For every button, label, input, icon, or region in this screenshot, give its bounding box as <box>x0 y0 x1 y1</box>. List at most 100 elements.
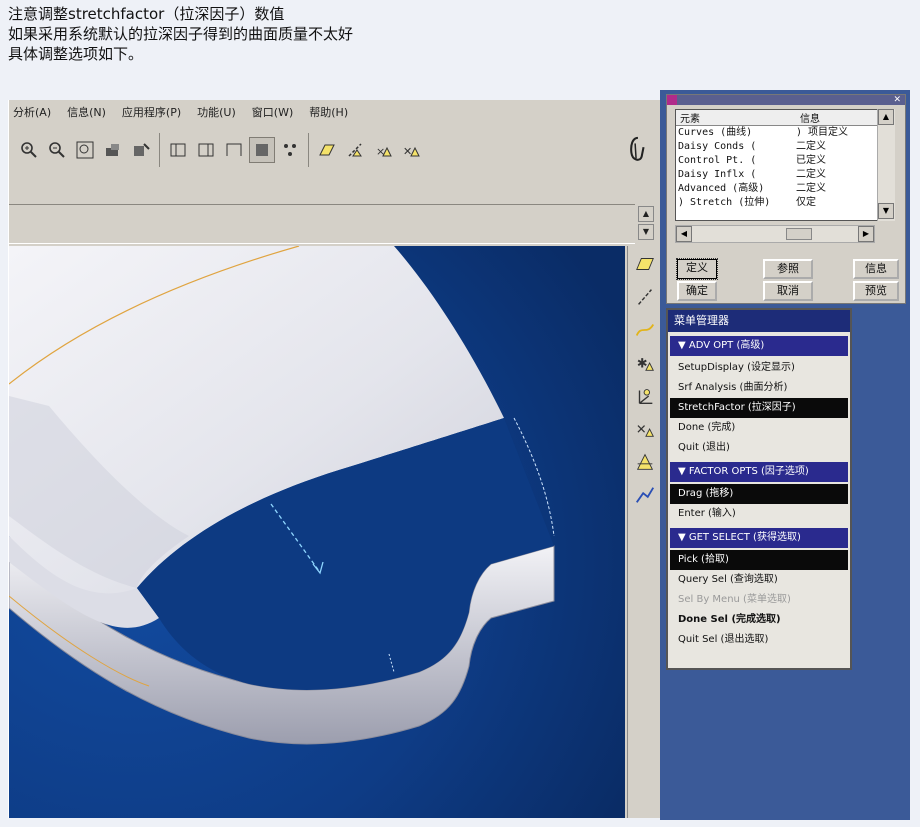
repaint-icon[interactable] <box>100 137 126 163</box>
shade-icon[interactable] <box>249 137 275 163</box>
menu-item-quit[interactable]: Quit (退出) <box>670 438 848 458</box>
element-status: 已定义 <box>796 155 826 166</box>
intro-line-1: 注意调整stretchfactor（拉深因子）数值 <box>8 5 285 23</box>
graphics-viewport[interactable] <box>9 246 625 818</box>
column-element: 元素 <box>680 114 700 125</box>
sketch-tool-icon[interactable] <box>631 481 659 509</box>
datum-toolbar: ✱ ✕ <box>627 246 660 818</box>
intro-text: 注意调整stretchfactor（拉深因子）数值 如果采用系统默认的拉深因子得… <box>8 4 608 64</box>
datum-toggle-icon[interactable] <box>277 137 303 163</box>
scroll-down-icon[interactable]: ▼ <box>878 203 894 219</box>
ok-button[interactable]: 确定 <box>677 281 717 301</box>
menu-manager-title: 菜单管理器 <box>668 310 850 332</box>
menu-section-factor-opts[interactable]: ▼ FACTOR OPTS (因子选项) <box>670 462 848 482</box>
menu-item-sel-by-menu: Sel By Menu (菜单选取) <box>678 594 791 605</box>
list-item[interactable]: ) Stretch (拉伸) 仅定 <box>676 196 894 210</box>
preview-button[interactable]: 预览 <box>853 281 899 301</box>
zoom-window-icon[interactable] <box>72 137 98 163</box>
close-icon[interactable]: ✕ <box>893 95 901 105</box>
display-group <box>160 133 309 167</box>
menu-window[interactable]: 窗口(W) <box>252 104 293 120</box>
datum-point-icon[interactable]: ✱ <box>631 349 659 377</box>
info-button[interactable]: 信息 <box>853 259 899 279</box>
element-name: Control Pt. ( <box>678 155 757 166</box>
element-name: Daisy Inflx ( <box>678 169 757 180</box>
list-vertical-scrollbar[interactable]: ▲ ▼ <box>877 109 895 221</box>
svg-text:✱: ✱ <box>636 357 647 372</box>
element-status: 二定义 <box>796 183 826 194</box>
view-toolbar: × ✕ <box>9 128 660 172</box>
intro-line-3: 具体调整选项如下。 <box>8 45 144 63</box>
menu-item-srf-analysis[interactable]: Srf Analysis (曲面分析) <box>670 378 848 398</box>
csys-tool-icon[interactable] <box>631 382 659 410</box>
scroll-up-icon[interactable]: ▲ <box>878 109 894 125</box>
column-info: 信息 <box>800 114 820 125</box>
menu-item-stretch-factor[interactable]: StretchFactor (拉深因子) <box>670 398 848 418</box>
context-help-icon[interactable] <box>617 130 657 170</box>
menu-bar: 分析(A) 信息(N) 应用程序(P) 功能(U) 窗口(W) 帮助(H) <box>9 100 660 124</box>
element-status: 仅定 <box>796 197 816 208</box>
element-list[interactable]: 元素 信息 Curves (曲线)) 项目定义 Daisy Conds ( 二定义… <box>675 109 895 221</box>
zoom-out-icon[interactable] <box>44 137 70 163</box>
menu-item-done-sel[interactable]: Done Sel (完成选取) <box>670 610 848 630</box>
element-name: Curves (曲线) <box>678 127 753 138</box>
define-button[interactable]: 定义 <box>676 258 718 280</box>
menu-item-drag[interactable]: Drag (拖移) <box>670 484 848 504</box>
analysis-tool-icon[interactable]: ✕ <box>631 415 659 443</box>
model-view <box>9 246 625 818</box>
csys-display-icon[interactable]: ✕ <box>398 137 424 163</box>
datum-curve-icon[interactable] <box>631 316 659 344</box>
list-item[interactable]: Daisy Inflx (二定义 <box>676 168 894 182</box>
svg-text:✕: ✕ <box>635 423 646 438</box>
no-hidden-icon[interactable] <box>221 137 247 163</box>
feature-tool-icon[interactable] <box>631 448 659 476</box>
intro-line-2: 如果采用系统默认的拉深因子得到的曲面质量不太好 <box>8 25 354 43</box>
scroll-left-icon[interactable]: ◀ <box>676 226 692 242</box>
list-item[interactable]: Advanced (高级) 二定义 <box>676 182 894 196</box>
menu-item-pick[interactable]: Pick (拾取) <box>670 550 848 570</box>
feature-definition-dialog: ✕ 元素 信息 Curves (曲线)) 项目定义 Daisy Conds ( 二… <box>666 94 906 304</box>
dialog-titlebar <box>667 95 905 105</box>
element-name: ) Stretch (拉伸) <box>678 197 771 208</box>
datum-axis-icon[interactable] <box>631 283 659 311</box>
list-item[interactable]: Daisy Conds ( 二定义 <box>676 140 894 154</box>
menu-manager: 菜单管理器 ▼ ADV OPT (高级) SetupDisplay (设定显示)… <box>666 308 852 670</box>
scroll-down-icon[interactable]: ▼ <box>638 224 654 240</box>
menu-analysis[interactable]: 分析(A) <box>13 104 51 120</box>
scroll-thumb[interactable] <box>786 228 812 240</box>
list-item[interactable]: Control Pt. ( 已定义 <box>676 154 894 168</box>
scroll-up-icon[interactable]: ▲ <box>638 206 654 222</box>
list-horizontal-scrollbar[interactable]: ◀ ▶ <box>675 225 875 243</box>
menu-utilities[interactable]: 功能(U) <box>197 104 236 120</box>
reference-button[interactable]: 参照 <box>763 259 813 279</box>
hidden-line-icon[interactable] <box>193 137 219 163</box>
menu-section-get-select[interactable]: ▼ GET SELECT (获得选取) <box>670 528 848 548</box>
axis-display-icon[interactable] <box>342 137 368 163</box>
zoom-in-icon[interactable] <box>16 137 42 163</box>
datum-display-group: × ✕ <box>309 133 429 167</box>
menu-item-setup-display[interactable]: SetupDisplay (设定显示) <box>670 358 848 378</box>
element-status: 二定义 <box>796 141 826 152</box>
menu-item-enter[interactable]: Enter (输入) <box>670 504 848 524</box>
wireframe-icon[interactable] <box>165 137 191 163</box>
element-name: Advanced (高级) <box>678 183 765 194</box>
message-scrollbar[interactable]: ▲ ▼ <box>635 204 657 244</box>
menu-info[interactable]: 信息(N) <box>67 104 106 120</box>
element-list-header: 元素 信息 <box>676 110 894 126</box>
app-icon <box>667 95 677 105</box>
list-item[interactable]: Curves (曲线)) 项目定义 <box>676 126 894 140</box>
menu-help[interactable]: 帮助(H) <box>309 104 348 120</box>
orient-icon[interactable] <box>128 137 154 163</box>
menu-item-quit-sel[interactable]: Quit Sel (退出选取) <box>670 630 848 650</box>
scroll-right-icon[interactable]: ▶ <box>858 226 874 242</box>
plane-display-icon[interactable] <box>314 137 340 163</box>
cancel-button[interactable]: 取消 <box>763 281 813 301</box>
menu-applications[interactable]: 应用程序(P) <box>122 104 181 120</box>
menu-section-adv-opt[interactable]: ▼ ADV OPT (高级) <box>670 336 848 356</box>
datum-plane-icon[interactable] <box>631 250 659 278</box>
element-name: Daisy Conds ( <box>678 141 757 152</box>
point-display-icon[interactable]: × <box>370 137 396 163</box>
zoom-group <box>11 133 160 167</box>
menu-item-query-sel[interactable]: Query Sel (查询选取) <box>670 570 848 590</box>
menu-item-done[interactable]: Done (完成) <box>670 418 848 438</box>
